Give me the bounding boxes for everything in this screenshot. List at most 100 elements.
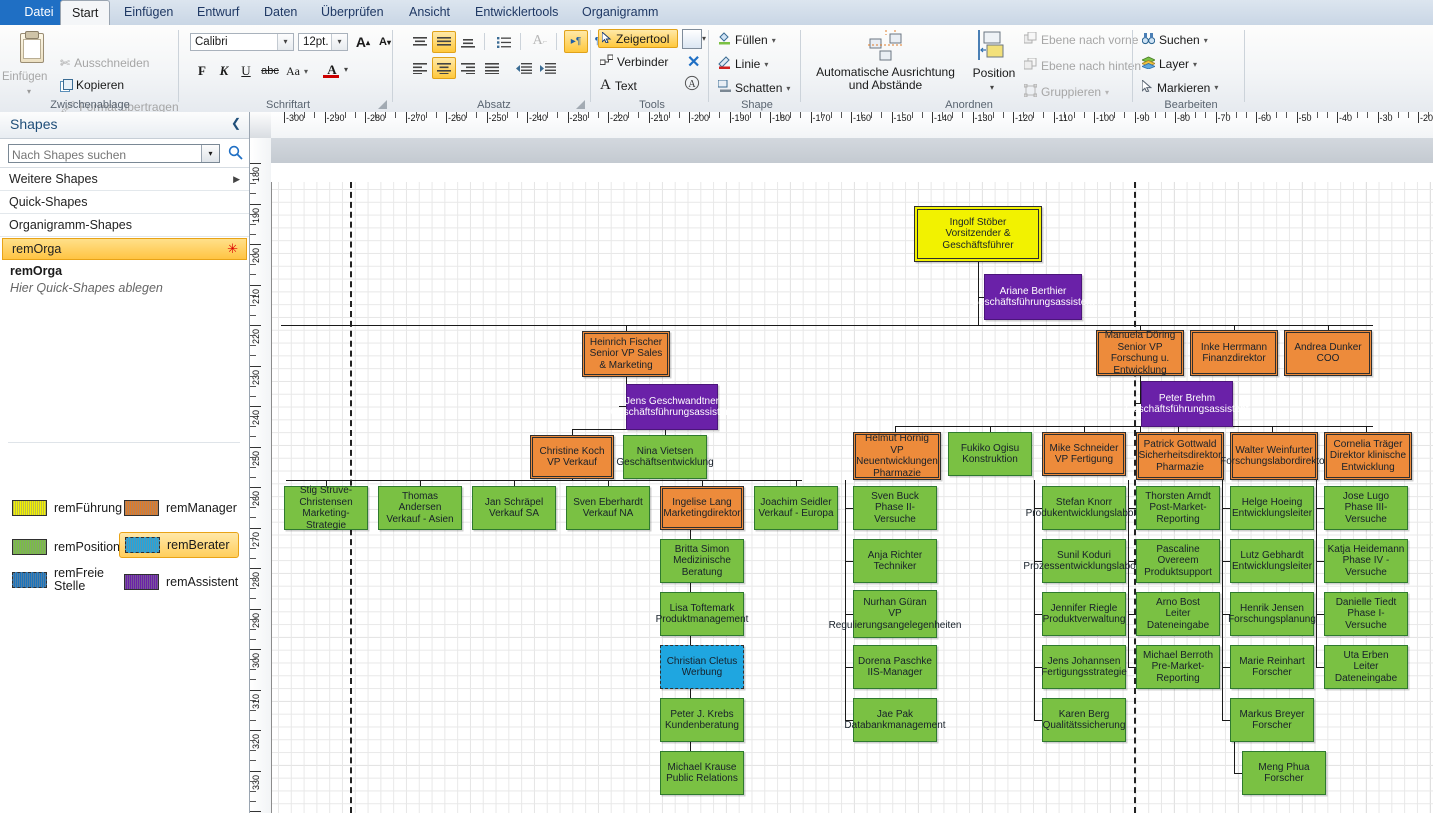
org-node[interactable]: Ingelise Lang Marketingdirektor	[660, 486, 744, 530]
org-node[interactable]: Peter J. Krebs Kundenberatung	[660, 698, 744, 742]
org-node[interactable]: Dorena Paschke IIS-Manager	[853, 645, 937, 689]
align-left-button[interactable]	[408, 57, 432, 79]
increase-indent-button[interactable]	[536, 57, 560, 79]
org-node[interactable]: Mike Schneider VP Fertigung	[1042, 432, 1126, 476]
tab-start[interactable]: Start	[60, 0, 111, 27]
connector-tool-button[interactable]: Verbinder	[599, 54, 668, 69]
font-family-combo[interactable]: Calibri ▾	[190, 33, 294, 51]
pointer-tool-variant-swatch[interactable]	[682, 29, 702, 49]
horizontal-ruler[interactable]: -300 -290 -280 -270 -260 -250 -240 -230 -220 -210…	[271, 112, 1433, 139]
master-remmanager[interactable]: remManager	[124, 500, 237, 516]
justify-button[interactable]	[480, 57, 504, 79]
tab-entwicklertools[interactable]: Entwicklertools	[464, 0, 569, 25]
paste-dropdown-caret[interactable]: ▾	[27, 87, 31, 96]
search-input[interactable]	[9, 145, 202, 164]
position-caret[interactable]: ▾	[990, 83, 994, 92]
group-button[interactable]: Gruppieren ▾	[1023, 83, 1109, 100]
org-node[interactable]: Markus Breyer Forscher	[1230, 698, 1314, 742]
org-node[interactable]: Katja Heidemann Phase IV -Versuche	[1324, 539, 1408, 583]
master-remfreiestelle[interactable]: remFreie Stelle	[12, 567, 124, 593]
org-node[interactable]: Jennifer Riegle Produktverwaltung	[1042, 592, 1126, 636]
org-node[interactable]: Manuela Döring Senior VP Forschung u. Ent…	[1096, 330, 1184, 376]
org-node[interactable]: Karen Berg Qualitätssicherung	[1042, 698, 1126, 742]
pointer-tool-caret[interactable]: ▾	[702, 34, 706, 43]
stencil-remorga[interactable]: remOrga ✳	[2, 238, 247, 260]
org-node[interactable]: Fukiko Ogisu Konstruktion	[948, 432, 1032, 476]
bring-forward-button[interactable]: Ebene nach vorne▾	[1023, 31, 1146, 48]
stencil-weitere-shapes[interactable]: Weitere Shapes ▶	[0, 168, 249, 191]
change-case-button[interactable]: Aa ▾	[282, 61, 312, 81]
font-size-combo[interactable]: 12pt. ▾	[298, 33, 348, 51]
org-node[interactable]: Lisa Toftemark Produktmanagement	[656, 592, 748, 636]
stencil-organigramm-shapes[interactable]: Organigramm-Shapes	[0, 214, 249, 237]
align-right-button[interactable]	[456, 57, 480, 79]
decrease-indent-button[interactable]	[512, 57, 536, 79]
org-node[interactable]: Joachim Seidler Verkauf - Europa	[754, 486, 838, 530]
italic-button[interactable]: K	[214, 61, 234, 81]
search-dropdown-icon[interactable]: ▾	[201, 145, 219, 162]
org-node[interactable]: Pascaline Overeem Produktsupport	[1136, 539, 1220, 583]
vertical-ruler[interactable]: 180 190 200 210 220 230 240 250 260 270 280 290 300 3…	[250, 138, 272, 813]
drawing-canvas[interactable]: Ingolf Stöber Vorsitzender & Geschäftsfüh…	[271, 182, 1433, 813]
select-button[interactable]: Markieren ▾	[1141, 78, 1218, 95]
chevron-right-icon[interactable]: ▶	[233, 168, 240, 190]
org-node[interactable]: Ariane Berthier Geschäftsführungsassisten…	[971, 274, 1095, 320]
align-top-button[interactable]	[408, 31, 432, 53]
close-icon[interactable]: ✕	[687, 52, 700, 72]
tab-entwurf[interactable]: Entwurf	[186, 0, 250, 25]
stencil-quick-shapes[interactable]: Quick-Shapes	[0, 191, 249, 214]
org-node[interactable]: Nurhan Güran VP Regulierungsangelegenheit…	[829, 590, 961, 638]
search-icon[interactable]	[228, 145, 243, 163]
ltr-text-button[interactable]: ▸¶	[564, 30, 588, 53]
strikethrough-button[interactable]: abc	[258, 61, 282, 81]
master-remassistent[interactable]: remAssistent	[124, 574, 238, 590]
copy-button[interactable]: Kopieren	[60, 78, 124, 92]
tab-einfuegen[interactable]: Einfügen	[113, 0, 184, 25]
send-backward-button[interactable]: Ebene nach hinten▾	[1023, 57, 1149, 74]
org-node[interactable]: Sven Buck Phase II-Versuche	[853, 486, 937, 530]
paste-button-label[interactable]: Einfügen	[2, 71, 47, 83]
org-node[interactable]: Stefan Knorr Produkentwicklungslabore	[1026, 486, 1142, 530]
org-node[interactable]: Inke Herrmann Finanzdirektor	[1190, 330, 1278, 376]
org-node[interactable]: Helge Hoeing Entwicklungsleiter	[1230, 486, 1314, 530]
org-node[interactable]: Jan Schräpel Verkauf SA	[472, 486, 556, 530]
org-node[interactable]: Patrick Gottwald Sicherheitsdirektor Phar…	[1136, 432, 1224, 480]
tab-organigramm[interactable]: Organigramm	[571, 0, 669, 25]
font-size-caret[interactable]: ▾	[331, 34, 347, 50]
org-node[interactable]: Sunil Koduri Prozessentwicklungslabore	[1023, 539, 1145, 583]
org-node[interactable]: Arno Bost Leiter Dateneingabe	[1136, 592, 1220, 636]
text-tool-button[interactable]: A Text	[600, 77, 637, 94]
align-center-button[interactable]	[432, 57, 456, 79]
org-node[interactable]: Stig Struve-Christensen Marketing-Strateg…	[284, 485, 368, 531]
org-node[interactable]: Andrea Dunker COO	[1284, 330, 1372, 376]
org-node[interactable]: Cornelia Träger Direktor klinische Entwic…	[1324, 432, 1412, 480]
org-node[interactable]: Meng Phua Forscher	[1242, 751, 1326, 795]
grow-font-button[interactable]: A ▴	[352, 31, 374, 53]
org-node[interactable]: Lutz Gebhardt Entwicklungsleiter	[1230, 539, 1314, 583]
org-node[interactable]: Jens Johannsen Fertigungsstrategie	[1041, 645, 1127, 689]
org-node[interactable]: Heinrich Fischer Senior VP Sales & Market…	[582, 331, 670, 377]
fill-button[interactable]: Füllen ▾	[718, 32, 776, 48]
shadow-button[interactable]: Schatten ▾	[717, 79, 790, 96]
org-node[interactable]: Helmut Hornig VP Neuentwicklungen Pharmaz…	[853, 432, 941, 480]
master-remposition[interactable]: remPosition	[12, 539, 120, 555]
find-button[interactable]: Suchen ▾	[1141, 32, 1208, 48]
tab-ansicht[interactable]: Ansicht	[398, 0, 461, 25]
org-node[interactable]: Jose Lugo Phase III-Versuche	[1324, 486, 1408, 530]
org-node[interactable]: Walter Weinfurter Forschungslabordirektor	[1220, 432, 1328, 480]
org-node[interactable]: Michael Krause Public Relations	[660, 751, 744, 795]
org-node[interactable]: Sven Eberhardt Verkauf NA	[566, 486, 650, 530]
font-family-caret[interactable]: ▾	[277, 34, 293, 50]
absatz-dialog-launcher[interactable]	[576, 99, 586, 109]
tab-daten[interactable]: Daten	[253, 0, 308, 25]
org-node[interactable]: Danielle Tiedt Phase I-Versuche	[1324, 592, 1408, 636]
master-remfuehrung[interactable]: remFührung	[12, 500, 122, 516]
org-node[interactable]: Michael Berroth Pre-Market-Reporting	[1136, 645, 1220, 689]
org-node[interactable]: Britta Simon Medizinische Beratung	[660, 539, 744, 583]
font-color-caret[interactable]: ▾	[344, 65, 348, 74]
org-node[interactable]: Marie Reinhart Forscher	[1230, 645, 1314, 689]
position-button[interactable]: Position	[968, 66, 1020, 80]
cut-button[interactable]: ✄ Ausschneiden	[60, 56, 149, 70]
org-node[interactable]: Thorsten Arndt Post-Market-Reporting	[1136, 486, 1220, 530]
org-node[interactable]: Peter Brehm Geschäftsführungsassistent	[1125, 381, 1249, 427]
